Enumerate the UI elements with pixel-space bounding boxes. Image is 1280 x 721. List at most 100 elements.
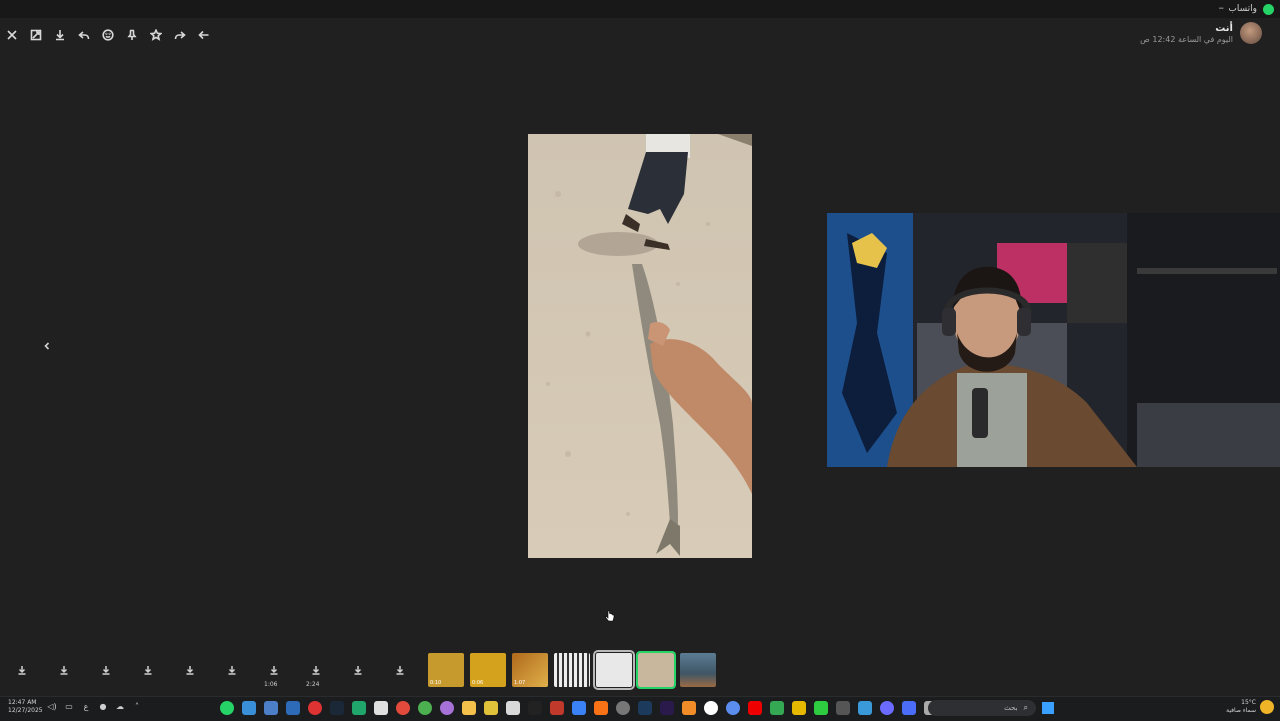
app-icon-12[interactable] <box>572 701 586 715</box>
star-button[interactable] <box>144 24 168 46</box>
google-icon[interactable] <box>704 701 718 715</box>
thumbnail-image-4[interactable] <box>680 653 716 687</box>
settings-icon[interactable] <box>616 701 630 715</box>
app-icon-21[interactable] <box>880 701 894 715</box>
app-icon-9[interactable] <box>506 701 520 715</box>
chrome-icon[interactable] <box>396 701 410 715</box>
microphone-icon[interactable]: ● <box>97 702 109 714</box>
folder-icon[interactable] <box>462 701 476 715</box>
pin-icon <box>127 29 137 40</box>
thumbnail-document[interactable] <box>593 650 635 690</box>
download-icon <box>228 666 236 675</box>
app-icon-20[interactable] <box>858 701 872 715</box>
app-icon-5[interactable] <box>352 701 366 715</box>
thumb-download-7[interactable]: 1:06 <box>254 650 294 690</box>
pin-button[interactable] <box>120 24 144 46</box>
app-icon-14[interactable] <box>682 701 696 715</box>
previous-media-button[interactable] <box>38 337 56 355</box>
chevron-up-icon[interactable]: ˄ <box>131 702 143 714</box>
thumb-download-9[interactable] <box>338 650 378 690</box>
thumb-caption: 1:07 <box>514 680 526 686</box>
thumbnail-image-3[interactable]: 1:07 <box>512 653 548 687</box>
app-icon-18[interactable] <box>814 701 828 715</box>
download-button[interactable] <box>48 24 72 46</box>
taskbar-apps <box>220 701 946 715</box>
expand-button[interactable] <box>24 24 48 46</box>
app-icon-7[interactable] <box>440 701 454 715</box>
minimize-button[interactable]: – <box>1219 1 1225 14</box>
app-icon-8[interactable] <box>484 701 498 715</box>
download-icon <box>312 666 320 675</box>
thumb-download-6[interactable] <box>212 650 252 690</box>
search-icon: ⌕ <box>1023 703 1028 712</box>
download-icon <box>144 666 152 675</box>
weather-temperature: 15°C <box>1241 699 1256 706</box>
volume-icon[interactable]: ◁) <box>46 702 58 714</box>
app-icon-2[interactable] <box>264 701 278 715</box>
app-icon-17[interactable] <box>792 701 806 715</box>
windows-start-icon[interactable] <box>1042 702 1054 714</box>
weather-widget[interactable]: 15°C سماء صافية <box>1226 699 1256 715</box>
back-button[interactable] <box>192 24 216 46</box>
webcam-overlay <box>827 213 1280 467</box>
chrome-icon-2[interactable] <box>418 701 432 715</box>
thumbnail-image-1[interactable]: 0:10 <box>428 653 464 687</box>
sender-timestamp: اليوم في الساعة 12:42 ص <box>1140 34 1233 44</box>
react-button[interactable] <box>96 24 120 46</box>
network-icon[interactable]: ▭ <box>63 702 75 714</box>
app-icon-13[interactable] <box>594 701 608 715</box>
expand-icon <box>30 29 42 41</box>
thumb-download-10[interactable] <box>380 650 420 690</box>
reply-button[interactable] <box>72 24 96 46</box>
app-icon-3[interactable] <box>286 701 300 715</box>
thumbnail-qr-code[interactable] <box>554 653 590 687</box>
close-button[interactable] <box>0 24 24 46</box>
thumbnail-current[interactable] <box>636 651 676 689</box>
app-icon-11[interactable] <box>550 701 564 715</box>
system-clock[interactable]: 12:47 AM 12/27/2025 <box>8 699 43 715</box>
thumb-download-4[interactable] <box>128 650 168 690</box>
thumb-download-2[interactable] <box>44 650 84 690</box>
language-indicator[interactable]: ع <box>80 702 92 714</box>
photoshop-icon[interactable] <box>638 701 652 715</box>
forward-button[interactable] <box>168 24 192 46</box>
forward-icon <box>174 31 186 40</box>
mouse-cursor <box>605 610 615 622</box>
app-icon-1[interactable] <box>242 701 256 715</box>
download-icon <box>18 666 26 675</box>
app-icon-19[interactable] <box>836 701 850 715</box>
app-icon-16[interactable] <box>770 701 784 715</box>
steam-icon[interactable] <box>330 701 344 715</box>
windows-taskbar: 12:47 AM 12/27/2025 ◁) ▭ ع ● ☁ ˄ بحث ⌕ 1… <box>0 696 1280 721</box>
taskbar-search[interactable]: بحث ⌕ <box>928 700 1036 716</box>
cloud-icon[interactable]: ☁ <box>114 702 126 714</box>
media-thumbnail-strip: 1:06 2:24 0:10 0:06 1:07 <box>0 647 1280 693</box>
thumb-download-8[interactable]: 2:24 <box>296 650 336 690</box>
whatsapp-taskbar-icon[interactable] <box>220 701 234 715</box>
system-tray: ◁) ▭ ع ● ☁ ˄ <box>46 702 148 714</box>
thumb-download-5[interactable] <box>170 650 210 690</box>
thumb-caption: 0:10 <box>430 680 442 686</box>
download-icon <box>354 666 362 675</box>
youtube-icon[interactable] <box>748 701 762 715</box>
download-icon <box>186 666 194 675</box>
thumbnail-image-2[interactable]: 0:06 <box>470 653 506 687</box>
video-duration: 2:24 <box>306 681 320 688</box>
app-icon-15[interactable] <box>726 701 740 715</box>
clock-date: 12/27/2025 <box>8 707 43 714</box>
sender-info: أنت اليوم في الساعة 12:42 ص <box>1140 22 1262 44</box>
thumb-download-1[interactable] <box>2 650 42 690</box>
app-icon-6[interactable] <box>374 701 388 715</box>
download-icon <box>60 666 68 675</box>
thumb-download-3[interactable] <box>86 650 126 690</box>
download-icon <box>270 666 278 675</box>
avatar[interactable] <box>1240 22 1262 44</box>
app-icon-10[interactable] <box>528 701 542 715</box>
video-duration: 1:06 <box>264 681 278 688</box>
search-label: بحث <box>1004 704 1018 712</box>
window-titlebar: – واتساب <box>0 0 1280 18</box>
app-icon-22[interactable] <box>902 701 916 715</box>
app-icon-4[interactable] <box>308 701 322 715</box>
weather-condition: سماء صافية <box>1226 707 1256 714</box>
premiere-icon[interactable] <box>660 701 674 715</box>
